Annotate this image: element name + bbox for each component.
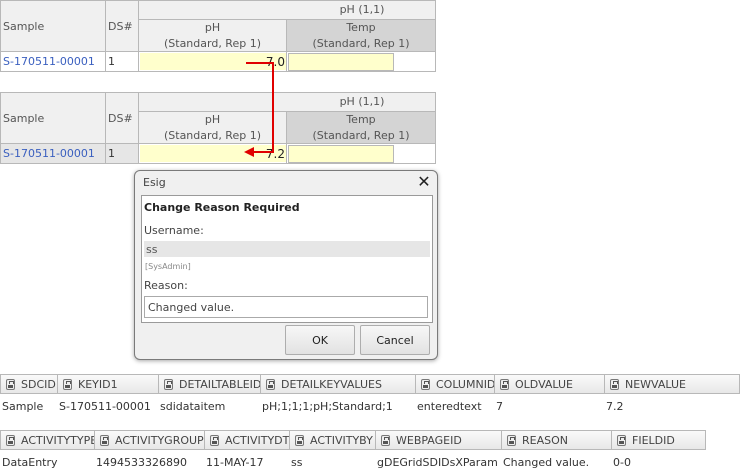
- column-header-activityby[interactable]: ACTIVITYBY: [289, 430, 376, 450]
- column-header-activitygroup[interactable]: ACTIVITYGROUP: [94, 430, 205, 450]
- column-header-webpageid[interactable]: WEBPAGEID: [375, 430, 502, 450]
- lock-icon: [507, 434, 516, 446]
- sample-id-link[interactable]: S-170511-00001: [0, 143, 106, 164]
- lock-icon: [266, 378, 275, 390]
- ds-number-cell: 1: [105, 143, 139, 164]
- sample-column-header: Sample: [0, 0, 106, 52]
- temp-value-cell-wrap: [286, 51, 436, 72]
- audit-cell-activitygroup: 1494533326890: [96, 455, 187, 469]
- audit-cell-activitydt: 11-MAY-17: [206, 455, 264, 469]
- esig-dialog: Esig ✕ Change Reason Required Username: …: [134, 170, 438, 360]
- data-entry-grid-after: Sample DS# pH (1,1) pH (Standard, Rep 1)…: [0, 92, 436, 164]
- lock-icon: [164, 378, 173, 390]
- param-group-header: pH (1,1): [138, 92, 436, 112]
- column-header-reason[interactable]: REASON: [501, 430, 612, 450]
- audit-cell-columnid: enteredtext: [417, 399, 482, 413]
- temp-value-input[interactable]: [288, 145, 394, 163]
- lock-icon: [100, 434, 109, 446]
- reason-input[interactable]: Changed value.: [144, 296, 428, 318]
- column-header-columnid[interactable]: COLUMNID: [415, 374, 495, 394]
- audit-cell-activitytype: DataEntry: [2, 455, 58, 469]
- audit-cell-detailtableid: sdidataitem: [160, 399, 226, 413]
- param-group-header: pH (1,1): [138, 0, 436, 20]
- temp-value-cell-wrap: [286, 143, 436, 164]
- column-header-fieldid[interactable]: FIELDID: [611, 430, 706, 450]
- user-role: [SysAdmin]: [145, 262, 191, 271]
- audit-cell-newvalue: 7.2: [606, 399, 624, 413]
- username-label: Username:: [144, 224, 204, 237]
- dialog-body: Change Reason Required Username: ss [Sys…: [141, 195, 433, 323]
- data-entry-grid-before: Sample DS# pH (1,1) pH (Standard, Rep 1)…: [0, 0, 436, 72]
- column-header-sdcid[interactable]: SDCID: [0, 374, 58, 394]
- ok-button[interactable]: OK: [285, 325, 355, 355]
- column-header-detailkeyvalues[interactable]: DETAILKEYVALUES: [260, 374, 416, 394]
- dialog-title: Esig: [143, 176, 166, 189]
- temp-column-header: Temp (Standard, Rep 1): [286, 19, 436, 52]
- column-header-activitytype[interactable]: ACTIVITYTYPE: [0, 430, 97, 450]
- audit-cell-oldvalue: 7: [496, 399, 503, 413]
- ds-number-cell: 1: [105, 51, 139, 72]
- audit-cell-keyid1: S-170511-00001: [59, 399, 151, 413]
- lock-icon: [610, 378, 619, 390]
- column-header-activitydt[interactable]: ACTIVITYDT: [204, 430, 290, 450]
- column-header-newvalue[interactable]: NEWVALUE: [604, 374, 740, 394]
- lock-icon: [295, 434, 304, 446]
- column-header-detailtableid[interactable]: DETAILTABLEID: [158, 374, 261, 394]
- lock-icon: [210, 434, 219, 446]
- temp-value-input[interactable]: [288, 53, 394, 71]
- ds-column-header: DS#: [105, 0, 139, 52]
- ds-column-header: DS#: [105, 92, 139, 144]
- dialog-heading: Change Reason Required: [144, 201, 300, 214]
- audit-cell-fieldid: 0-0: [613, 455, 631, 469]
- lock-icon: [6, 434, 15, 446]
- lock-icon: [6, 378, 15, 390]
- lock-icon: [421, 378, 430, 390]
- sample-id-link[interactable]: S-170511-00001: [0, 51, 106, 72]
- username-field[interactable]: ss: [144, 241, 430, 257]
- audit-cell-reason: Changed value.: [503, 455, 590, 469]
- cancel-button[interactable]: Cancel: [360, 325, 430, 355]
- column-header-oldvalue[interactable]: OLDVALUE: [494, 374, 605, 394]
- ph-column-header: pH (Standard, Rep 1): [138, 19, 287, 52]
- lock-icon: [617, 434, 626, 446]
- lock-icon: [381, 434, 390, 446]
- temp-column-header: Temp (Standard, Rep 1): [286, 111, 436, 144]
- audit-cell-webpageid: gDEGridSDIDsXParam: [377, 455, 498, 469]
- sample-column-header: Sample: [0, 92, 106, 144]
- lock-icon: [63, 378, 72, 390]
- audit-cell-activityby: ss: [291, 455, 303, 469]
- close-icon[interactable]: ✕: [415, 173, 433, 191]
- lock-icon: [500, 378, 509, 390]
- change-arrow-icon: [244, 62, 274, 157]
- reason-label: Reason:: [144, 279, 188, 292]
- audit-cell-sdcid: Sample: [2, 399, 44, 413]
- audit-cell-detailkeyvalues: pH;1;1;1;pH;Standard;1: [262, 399, 393, 413]
- column-header-keyid1[interactable]: KEYID1: [57, 374, 159, 394]
